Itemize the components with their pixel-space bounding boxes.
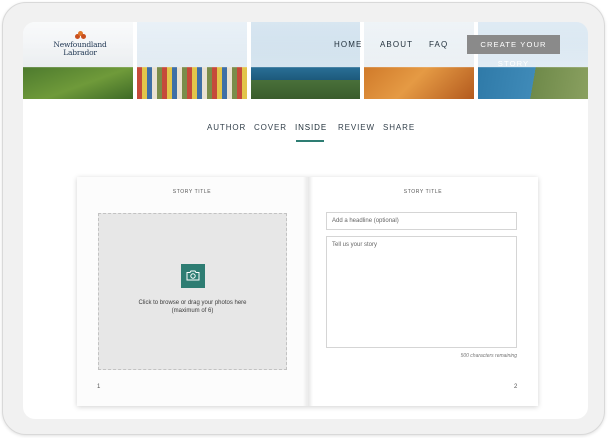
book-spread: STORY TITLE Click to browse or drag your… (77, 177, 538, 406)
pitcher-plant-icon (74, 31, 86, 40)
brand-logo[interactable]: Newfoundland Labrador (53, 31, 107, 57)
right-page: STORY TITLE Add a headline (optional) Te… (308, 177, 538, 406)
book-spine (303, 177, 313, 406)
headline-input[interactable]: Add a headline (optional) (326, 212, 517, 230)
tablet-frame: Newfoundland Labrador HOME ABOUT FAQ CRE… (2, 2, 605, 435)
camera-icon (186, 270, 200, 281)
dropzone-line-1: Click to browse or drag your photos here (138, 300, 247, 306)
step-cover[interactable]: COVER (254, 122, 287, 134)
nav-faq-link[interactable]: FAQ (429, 35, 448, 55)
left-page-title: STORY TITLE (172, 189, 212, 195)
left-page: STORY TITLE Click to browse or drag your… (77, 177, 307, 406)
story-steps-nav: AUTHOR COVER INSIDE REVIEW SHARE (23, 122, 588, 140)
create-your-story-button[interactable]: CREATE YOUR STORY (467, 35, 560, 68)
upload-photo-button[interactable] (181, 264, 205, 288)
step-share[interactable]: SHARE (383, 122, 415, 134)
dropzone-instructions: Click to browse or drag your photos here… (99, 299, 286, 315)
step-author[interactable]: AUTHOR (207, 122, 246, 134)
story-textarea[interactable]: Tell us your story (326, 236, 517, 348)
photo-dropzone[interactable]: Click to browse or drag your photos here… (98, 213, 287, 370)
right-page-number: 2 (514, 384, 518, 390)
logo-line-2: Labrador (63, 48, 97, 57)
step-review[interactable]: REVIEW (338, 122, 375, 134)
screen: Newfoundland Labrador HOME ABOUT FAQ CRE… (23, 22, 588, 419)
nav-about-link[interactable]: ABOUT (380, 35, 413, 55)
left-page-number: 1 (97, 384, 101, 390)
nav-home-link[interactable]: HOME (334, 35, 362, 55)
right-page-title: STORY TITLE (403, 189, 443, 195)
characters-remaining: 500 characters remaining (460, 353, 517, 359)
dropzone-line-2: (maximum of 6) (171, 308, 214, 314)
active-step-indicator (296, 140, 324, 142)
step-inside[interactable]: INSIDE (295, 122, 327, 134)
